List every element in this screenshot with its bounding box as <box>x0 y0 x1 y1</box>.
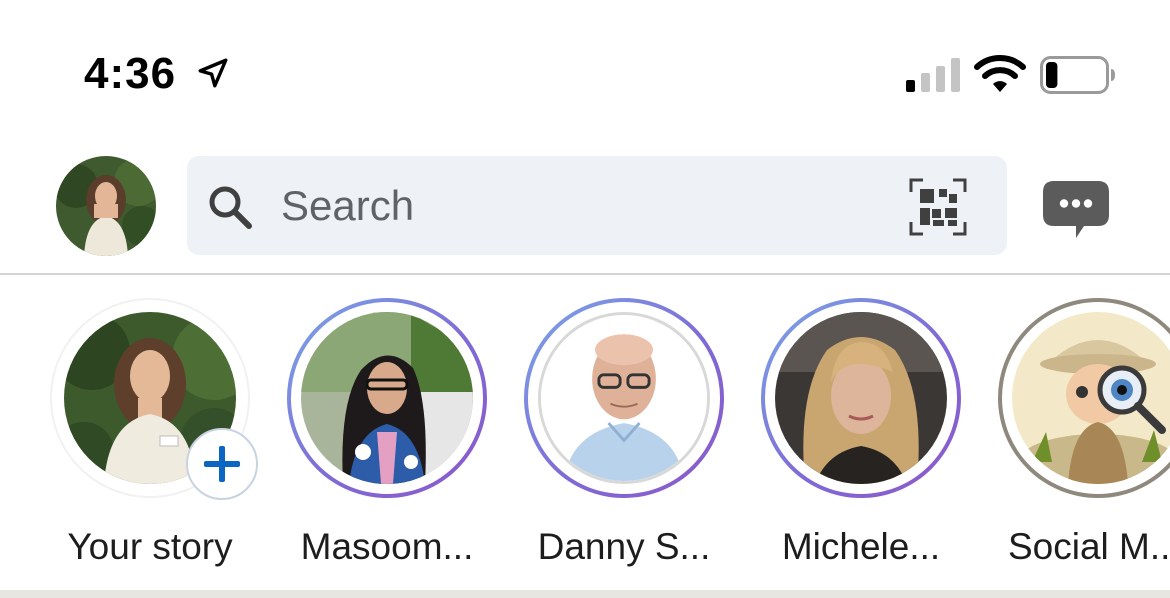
messaging-icon[interactable] <box>1040 178 1112 240</box>
qr-code-icon[interactable] <box>909 178 967 236</box>
profile-avatar[interactable] <box>56 156 156 256</box>
plus-icon <box>204 446 240 482</box>
story-label: Danny S... <box>537 526 711 567</box>
story-danny[interactable]: Danny S... <box>504 298 744 590</box>
story-avatar <box>1012 312 1170 484</box>
search-bar[interactable] <box>187 156 1007 255</box>
status-time: 4:36 <box>84 49 177 98</box>
story-label: Your story <box>67 526 233 567</box>
story-avatar <box>538 312 710 484</box>
search-icon <box>209 186 252 229</box>
top-nav <box>0 140 1170 274</box>
status-bar: 4:36 <box>0 0 1170 140</box>
story-ring-seen <box>998 298 1170 498</box>
story-label: Michele... <box>781 526 941 567</box>
nav-divider <box>0 273 1170 275</box>
story-ring-unseen <box>287 298 487 498</box>
battery-icon <box>1040 56 1115 94</box>
cellular-signal-icon <box>906 58 960 92</box>
story-your-story[interactable]: Your story <box>30 298 270 590</box>
feed-divider <box>0 590 1170 598</box>
story-social-m[interactable]: Social M... <box>978 298 1170 590</box>
story-ring-unseen <box>761 298 961 498</box>
story-label: Social M... <box>1008 526 1170 567</box>
wifi-icon <box>974 55 1026 92</box>
search-input[interactable] <box>281 176 881 236</box>
stories-row: Your story Masoom... Danny S... Michele.… <box>0 276 1170 590</box>
add-story-button[interactable] <box>186 428 258 500</box>
profile-photo <box>56 156 156 256</box>
story-michele[interactable]: Michele... <box>741 298 981 590</box>
location-arrow-icon <box>198 58 228 88</box>
story-label: Masoom... <box>300 526 474 567</box>
story-ring-unseen <box>524 298 724 498</box>
story-avatar <box>301 312 473 484</box>
story-avatar <box>775 312 947 484</box>
story-masoom[interactable]: Masoom... <box>267 298 507 590</box>
